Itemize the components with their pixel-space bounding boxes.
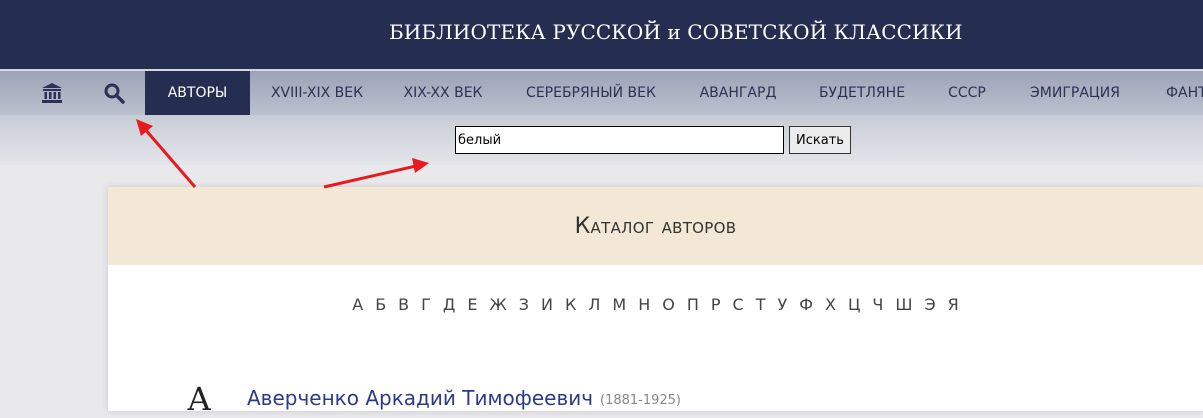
- nav-item-emigration[interactable]: ЭМИГРАЦИЯ: [1016, 71, 1134, 115]
- site-header: БИБЛИОТЕКА РУССКОЙ и СОВЕТСКОЙ КЛАССИКИ: [0, 0, 1203, 69]
- nav-item-avant-garde[interactable]: АВАНГАРД: [688, 71, 788, 115]
- alphabet-letter[interactable]: О: [662, 295, 675, 314]
- alphabet-letter[interactable]: Ш: [895, 295, 912, 314]
- section-letter: А: [187, 380, 212, 418]
- nav-item-silver-age[interactable]: СЕРЕБРЯНЫЙ ВЕК: [510, 71, 672, 115]
- alphabet-letter[interactable]: Ф: [799, 295, 813, 314]
- alphabet-letter[interactable]: Е: [467, 295, 477, 314]
- nav-item-authors[interactable]: АВТОРЫ: [145, 71, 250, 115]
- nav-item-19-20-century[interactable]: XIX-XX ВЕК: [392, 71, 494, 115]
- alphabet-letter[interactable]: Н: [638, 295, 650, 314]
- nav-item-ussr[interactable]: СССР: [938, 71, 996, 115]
- alphabet-letter[interactable]: Ж: [490, 295, 507, 314]
- main-navigation: АВТОРЫ XVIII-XIX ВЕК XIX-XX ВЕК СЕРЕБРЯН…: [0, 69, 1203, 115]
- nav-item-fantasy[interactable]: ФАНТ: [1154, 71, 1203, 115]
- alphabet-letter[interactable]: З: [519, 295, 529, 314]
- library-building-icon[interactable]: [40, 81, 64, 105]
- nav-item-budetlyane[interactable]: БУДЕТЛЯНЕ: [806, 71, 918, 115]
- alphabet-letter[interactable]: Д: [443, 295, 456, 314]
- alphabet-letter[interactable]: У: [777, 295, 787, 314]
- alphabet-letter[interactable]: А: [352, 295, 363, 314]
- alphabet-letter[interactable]: Р: [711, 295, 721, 314]
- alphabet-index: АБВГДЕЖЗИКЛМНОПРСТУФХЦЧШЭЯ: [108, 295, 1203, 314]
- alphabet-letter[interactable]: М: [612, 295, 626, 314]
- alphabet-letter[interactable]: Б: [375, 295, 386, 314]
- search-input[interactable]: [455, 126, 784, 154]
- alphabet-letter[interactable]: Х: [825, 295, 836, 314]
- alphabet-letter[interactable]: Я: [948, 295, 959, 314]
- search-button[interactable]: Искать: [789, 126, 851, 154]
- alphabet-letter[interactable]: Л: [588, 295, 600, 314]
- alphabet-letter[interactable]: Ц: [848, 295, 860, 314]
- catalog-title: Каталог авторов: [574, 214, 737, 239]
- alphabet-letter[interactable]: В: [398, 295, 409, 314]
- alphabet-letter[interactable]: П: [687, 295, 699, 314]
- alphabet-letter[interactable]: К: [565, 295, 576, 314]
- alphabet-letter[interactable]: Т: [756, 295, 766, 314]
- alphabet-letter[interactable]: И: [541, 295, 553, 314]
- alphabet-letter[interactable]: Г: [421, 295, 431, 314]
- alphabet-letter[interactable]: Э: [924, 295, 935, 314]
- catalog-panel: Каталог авторов АБВГДЕЖЗИКЛМНОПРСТУФХЦЧШ…: [108, 187, 1203, 418]
- site-title[interactable]: БИБЛИОТЕКА РУССКОЙ и СОВЕТСКОЙ КЛАССИКИ: [389, 20, 963, 44]
- author-link[interactable]: Аверченко Аркадий Тимофеевич: [247, 386, 593, 410]
- nav-item-18-19-century[interactable]: XVIII-XIX ВЕК: [258, 71, 376, 115]
- catalog-header: Каталог авторов: [108, 187, 1203, 265]
- search-icon[interactable]: [102, 81, 126, 105]
- author-years: (1881-1925): [600, 393, 682, 408]
- alphabet-letter[interactable]: С: [733, 295, 744, 314]
- alphabet-letter[interactable]: Ч: [872, 295, 883, 314]
